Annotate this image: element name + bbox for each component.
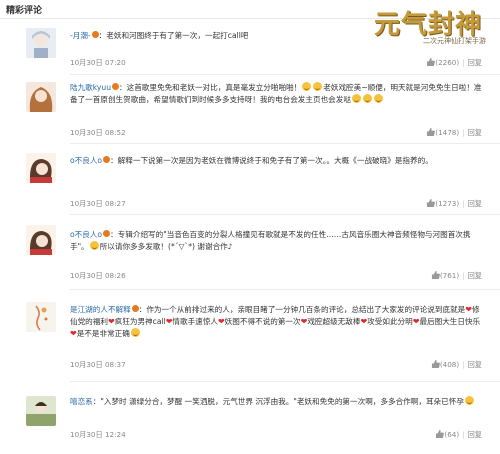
avatar[interactable]	[26, 302, 56, 332]
comment-time: 10月30日 08:27	[70, 199, 126, 208]
comment-body-2: 所以请你多多发歌！(*´▽`*) 谢谢合作♪	[99, 242, 233, 251]
comment-text: 陆九歌kyuu ：这首歌里免免和老妖一对比，真是毫发立分啪啪啪！ 老妖戏腔美~顺便，…	[70, 82, 482, 104]
like-icon[interactable]	[431, 360, 440, 368]
laugh-emoji-icon	[351, 94, 361, 103]
username-link[interactable]: 是江湖的人不解释	[70, 305, 131, 314]
username-link[interactable]: -月潮-	[70, 31, 91, 40]
avatar[interactable]	[26, 153, 56, 183]
comment-time: 10月30日 08:26	[70, 271, 126, 280]
comment-text: -月潮- ：老妖和河图终于有了第一次，一起打call吧	[70, 31, 249, 40]
reply-link[interactable]: 回复	[468, 430, 482, 439]
reply-link[interactable]: 回复	[468, 360, 482, 369]
username-link[interactable]: o不良人o	[70, 156, 102, 165]
comment-body: 老妖和河图终于有了第一次，一起打call吧	[106, 31, 249, 40]
vip-icon	[103, 156, 111, 163]
comment-actions: (1273) | 回复	[426, 199, 482, 209]
comment-body: "入梦时 潇绿分合，梦醒 一笑洒脱，元气世界 沉浮由我。"老妖和免免的第一次啊，…	[100, 397, 464, 406]
avatar[interactable]	[26, 82, 56, 112]
laugh-emoji-icon	[373, 94, 383, 103]
username-link[interactable]: 陆九歌kyuu	[70, 83, 111, 92]
comment-body: 这首歌里免免和老妖一对比，真是毫发立分啪啪啪！	[126, 83, 302, 92]
like-count[interactable]: (2260)	[435, 58, 459, 67]
laugh-emoji-icon	[89, 241, 99, 250]
like-count[interactable]: (64)	[444, 430, 459, 439]
like-count[interactable]: (1478)	[435, 128, 459, 137]
heart-icon: ❤	[107, 317, 115, 326]
like-icon[interactable]	[431, 271, 440, 279]
comment-actions: (64) | 回复	[435, 430, 482, 440]
comment-item: o不良人o ：专辑介绍写的"当音色百变的分裂人格撞见有歌就是不发的任性……古风音乐…	[0, 215, 500, 290]
divider	[70, 143, 500, 144]
comment-body-6: 戏腔超级无敌棒	[307, 317, 361, 326]
comment-time: 10月30日 12:24	[70, 430, 126, 439]
vip-icon	[91, 31, 99, 38]
comment-text: 是江湖的人不解释 ：作为一个从前排过来的人，亲眼目睹了一分钟几百条的评论，总结出了…	[70, 305, 481, 338]
like-icon[interactable]	[426, 199, 436, 207]
vip-icon	[103, 230, 111, 237]
avatar[interactable]	[26, 225, 56, 255]
like-count[interactable]: (1273)	[435, 199, 459, 208]
comment-actions: (1478) | 回复	[426, 128, 482, 138]
laugh-emoji-icon	[313, 82, 323, 91]
comment-actions: (408) | 回复	[431, 360, 482, 370]
comment-text: o不良人o ：专辑介绍写的"当音色百变的分裂人格撞见有歌就是不发的任性……古风音乐…	[70, 230, 471, 251]
comment-body-3: 疯狂为男神call	[114, 317, 166, 326]
reply-link[interactable]: 回复	[468, 199, 482, 208]
comment-text: 嘻恋系："入梦时 潇绿分合，梦醒 一笑洒脱，元气世界 沉浮由我。"老妖和免免的第…	[70, 396, 482, 408]
comment-time: 10月30日 08:52	[70, 128, 126, 137]
comment-item: -月潮- ：老妖和河图终于有了第一次，一起打call吧 10月30日 07:20 …	[0, 24, 500, 76]
comment-body-7: 攻受如此分明	[367, 317, 413, 326]
reply-link[interactable]: 回复	[468, 271, 482, 280]
heart-icon: ❤	[465, 305, 472, 314]
like-icon[interactable]	[426, 58, 436, 66]
heart-icon: ❤	[217, 317, 225, 326]
comment-body: 解释一下说第一次是因为老妖在微博说终于和免子有了第一次。。大概《一战破晓》是指养…	[117, 156, 433, 165]
laugh-emoji-icon	[130, 328, 140, 337]
comment-body-4: 情歌手速惊人	[172, 317, 218, 326]
divider	[70, 74, 500, 75]
laugh-emoji-icon	[362, 94, 372, 103]
comment-body-9: 是不是非常正确	[76, 329, 130, 338]
username-link[interactable]: 嘻恋系	[70, 397, 93, 406]
comment-item: 是江湖的人不解释 ：作为一个从前排过来的人，亲眼目睹了一分钟几百条的评论，总结出了…	[0, 290, 500, 382]
like-count[interactable]: (761)	[440, 271, 459, 280]
reply-link[interactable]: 回复	[468, 58, 482, 67]
comment-item: o不良人o ：解释一下说第一次是因为老妖在微博说终于和免子有了第一次。。大概《一战…	[0, 145, 500, 215]
comment-item: 陆九歌kyuu ：这首歌里免免和老妖一对比，真是毫发立分啪啪啪！ 老妖戏腔美~顺便，…	[0, 76, 500, 144]
comment-body-5: 妖图不得不说的第一次	[224, 317, 301, 326]
like-icon[interactable]	[426, 128, 436, 136]
laugh-emoji-icon	[302, 82, 312, 91]
comment-text: o不良人o ：解释一下说第一次是因为老妖在微博说终于和免子有了第一次。。大概《一战…	[70, 156, 433, 165]
comment-actions: (2260) | 回复	[426, 58, 482, 68]
comment-time: 10月30日 07:20	[70, 58, 126, 67]
vip-icon	[112, 83, 120, 90]
vip-icon	[131, 305, 139, 312]
avatar[interactable]	[26, 28, 56, 58]
heart-icon: ❤	[70, 329, 77, 338]
like-count[interactable]: (408)	[440, 360, 459, 369]
avatar[interactable]	[26, 396, 56, 426]
reply-link[interactable]: 回复	[468, 128, 482, 137]
comment-body-8: 最后图大生日快乐	[419, 317, 481, 326]
comment-item: 嘻恋系："入梦时 潇绿分合，梦醒 一笑洒脱，元气世界 沉浮由我。"老妖和免免的第…	[0, 382, 500, 452]
comment-actions: (761) | 回复	[431, 271, 482, 281]
comment-body: 作为一个从前排过来的人，亲眼目睹了一分钟几百条的评论，总结出了大家发的评论说到底…	[146, 305, 466, 314]
comment-time: 10月30日 08:37	[70, 360, 126, 369]
username-link[interactable]: o不良人o	[70, 230, 102, 239]
laugh-emoji-icon	[464, 396, 474, 405]
section-title: 精彩评论	[6, 6, 43, 16]
